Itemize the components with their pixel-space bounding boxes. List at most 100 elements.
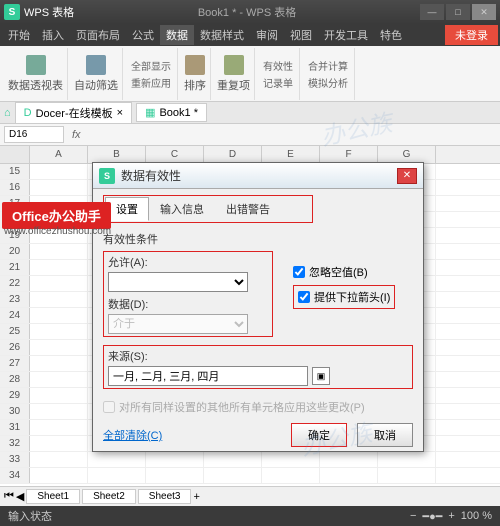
tab-nav-prev[interactable]: ◀ — [16, 490, 24, 503]
cell[interactable] — [30, 372, 88, 387]
cell[interactable] — [30, 452, 88, 467]
cell[interactable] — [30, 244, 88, 259]
row-header[interactable]: 34 — [0, 468, 30, 483]
row-header[interactable]: 32 — [0, 436, 30, 451]
dialog-titlebar[interactable]: S 数据有效性 ✕ — [93, 163, 423, 189]
dialog-close-button[interactable]: ✕ — [397, 168, 417, 184]
cell[interactable] — [146, 452, 204, 467]
row-header[interactable]: 15 — [0, 164, 30, 179]
cell[interactable] — [146, 468, 204, 483]
col-G[interactable]: G — [378, 146, 436, 163]
sheet-tab-2[interactable]: Sheet2 — [82, 489, 136, 504]
cell[interactable] — [30, 324, 88, 339]
col-E[interactable]: E — [262, 146, 320, 163]
cell[interactable] — [30, 292, 88, 307]
tab-error-alert[interactable]: 出错警告 — [215, 197, 281, 221]
cell[interactable] — [30, 420, 88, 435]
pivot-button[interactable]: 数据透视表 — [8, 55, 63, 93]
cell[interactable] — [262, 468, 320, 483]
row-header[interactable]: 26 — [0, 340, 30, 355]
row-header[interactable]: 22 — [0, 276, 30, 291]
cell[interactable] — [320, 468, 378, 483]
allow-select[interactable] — [108, 272, 248, 292]
fx-icon[interactable]: fx — [68, 129, 85, 141]
cell[interactable] — [204, 468, 262, 483]
source-input[interactable] — [108, 366, 308, 386]
sort-button[interactable]: 排序 — [184, 55, 206, 93]
tab-settings[interactable]: 设置 — [105, 197, 149, 221]
add-sheet-button[interactable]: + — [193, 491, 199, 503]
record-button[interactable]: 记录单 — [261, 74, 295, 91]
col-D[interactable]: D — [204, 146, 262, 163]
cell[interactable] — [320, 452, 378, 467]
menu-special[interactable]: 特色 — [374, 25, 408, 45]
ok-button[interactable]: 确定 — [291, 423, 347, 447]
row-header[interactable]: 28 — [0, 372, 30, 387]
maximize-button[interactable]: □ — [446, 4, 470, 20]
cancel-button[interactable]: 取消 — [357, 423, 413, 447]
sheet-tab-3[interactable]: Sheet3 — [138, 489, 192, 504]
name-box[interactable] — [4, 126, 64, 143]
cell[interactable] — [262, 452, 320, 467]
menu-insert[interactable]: 插入 — [36, 25, 70, 45]
dup-button[interactable]: 重复项 — [217, 55, 250, 93]
dropdown-arrow-checkbox[interactable] — [298, 291, 310, 303]
tab-input-msg[interactable]: 输入信息 — [149, 197, 215, 221]
col-A[interactable]: A — [30, 146, 88, 163]
cell[interactable] — [88, 452, 146, 467]
autofilter-button[interactable]: 自动筛选 — [74, 55, 118, 93]
minimize-button[interactable]: — — [420, 4, 444, 20]
close-button[interactable]: ✕ — [472, 4, 496, 20]
login-button[interactable]: 未登录 — [445, 25, 498, 45]
cell[interactable] — [204, 452, 262, 467]
cell[interactable] — [30, 436, 88, 451]
showall-button[interactable]: 全部显示 — [129, 57, 173, 74]
menu-layout[interactable]: 页面布局 — [70, 25, 126, 45]
template-tab[interactable]: DDocer-在线模板× — [15, 102, 132, 124]
cell[interactable] — [88, 468, 146, 483]
book-tab[interactable]: ▦Book1 * — [136, 103, 207, 122]
cell[interactable] — [30, 404, 88, 419]
row-header[interactable]: 16 — [0, 180, 30, 195]
menu-data[interactable]: 数据 — [160, 25, 194, 45]
home-icon[interactable]: ⌂ — [4, 107, 11, 119]
menu-start[interactable]: 开始 — [2, 25, 36, 45]
cell[interactable] — [30, 340, 88, 355]
cell[interactable] — [30, 308, 88, 323]
zoom-out-button[interactable]: − — [410, 510, 416, 522]
tab-nav-first[interactable]: ⏮ — [4, 490, 14, 503]
zoom-slider[interactable]: ━●━ — [422, 510, 442, 523]
row-header[interactable]: 30 — [0, 404, 30, 419]
clear-all-link[interactable]: 全部清除(C) — [103, 427, 162, 443]
row-header[interactable]: 29 — [0, 388, 30, 403]
col-B[interactable]: B — [88, 146, 146, 163]
corner-cell[interactable] — [0, 146, 30, 163]
tab-close-icon[interactable]: × — [117, 107, 123, 119]
ignore-blank-row[interactable]: 忽略空值(B) — [293, 264, 395, 280]
col-C[interactable]: C — [146, 146, 204, 163]
menu-dev[interactable]: 开发工具 — [318, 25, 374, 45]
sheet-tab-1[interactable]: Sheet1 — [26, 489, 80, 504]
cell[interactable] — [378, 468, 436, 483]
row-header[interactable]: 21 — [0, 260, 30, 275]
validity-button[interactable]: 有效性 — [261, 57, 295, 74]
cell[interactable] — [30, 468, 88, 483]
row-header[interactable]: 31 — [0, 420, 30, 435]
row-header[interactable]: 20 — [0, 244, 30, 259]
cell[interactable] — [30, 356, 88, 371]
menu-datastyle[interactable]: 数据样式 — [194, 25, 250, 45]
dropdown-arrow-row[interactable]: 提供下拉箭头(I) — [298, 289, 390, 305]
row-header[interactable]: 23 — [0, 292, 30, 307]
row-header[interactable]: 24 — [0, 308, 30, 323]
zoom-in-button[interactable]: + — [448, 510, 454, 522]
consolidate-button[interactable]: 合并计算 — [306, 57, 350, 74]
range-picker-button[interactable]: ▣ — [312, 367, 330, 385]
row-header[interactable]: 25 — [0, 324, 30, 339]
cell[interactable] — [30, 164, 88, 179]
menu-view[interactable]: 视图 — [284, 25, 318, 45]
menu-formula[interactable]: 公式 — [126, 25, 160, 45]
cell[interactable] — [30, 276, 88, 291]
row-header[interactable]: 27 — [0, 356, 30, 371]
cell[interactable] — [378, 452, 436, 467]
reapply-button[interactable]: 重新应用 — [129, 74, 173, 91]
